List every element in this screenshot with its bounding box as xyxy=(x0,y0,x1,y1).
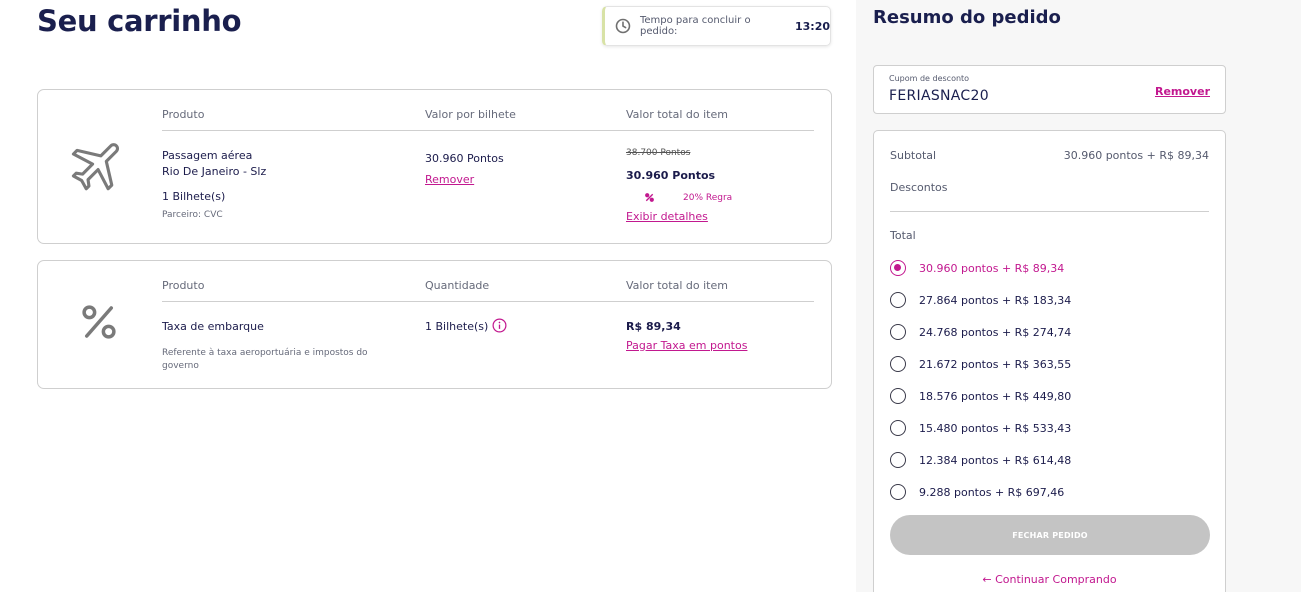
old-total-price: 38.700 Pontos xyxy=(626,148,691,158)
close-order-button[interactable]: FECHAR PEDIDO xyxy=(890,515,1210,555)
header-item-total: Valor total do item xyxy=(626,108,728,121)
coupon-label: Cupom de desconto xyxy=(889,74,970,83)
product-route: Rio De Janeiro - Slz xyxy=(162,165,267,178)
payment-option[interactable]: 9.288 pontos + R$ 697,46 xyxy=(890,482,1064,502)
payment-option[interactable]: 27.864 pontos + R$ 183,34 xyxy=(890,290,1071,310)
radio-button[interactable] xyxy=(890,484,906,500)
remove-flight-link[interactable]: Remover xyxy=(425,173,474,186)
radio-button[interactable] xyxy=(890,356,906,372)
tax-quantity: 1 Bilhete(s) xyxy=(425,320,489,333)
radio-button[interactable] xyxy=(890,292,906,308)
remove-coupon-link[interactable]: Remover xyxy=(1155,85,1210,98)
continue-shopping-link[interactable]: ← Continuar Comprando xyxy=(874,573,1225,586)
payment-option[interactable]: 15.480 pontos + R$ 533,43 xyxy=(890,418,1071,438)
order-summary-panel: Resumo do pedido Cupom de desconto FERIA… xyxy=(856,0,1301,592)
payment-option[interactable]: 12.384 pontos + R$ 614,48 xyxy=(890,450,1071,470)
header-product: Produto xyxy=(162,108,205,121)
payment-option[interactable]: 21.672 pontos + R$ 363,55 xyxy=(890,354,1071,374)
payment-option-label: 27.864 pontos + R$ 183,34 xyxy=(919,293,1072,307)
flight-item-card: Produto Valor por bilhete Valor total do… xyxy=(37,89,832,244)
timer-value: 13:20 xyxy=(794,19,830,33)
payment-option-label: 9.288 pontos + R$ 697,46 xyxy=(919,485,1065,499)
info-icon[interactable] xyxy=(492,318,507,333)
payment-option-label: 24.768 pontos + R$ 274,74 xyxy=(919,325,1072,339)
ticket-count: 1 Bilhete(s) xyxy=(162,190,226,203)
subtotal-label: Subtotal xyxy=(890,149,937,162)
radio-button[interactable] xyxy=(890,420,906,436)
radio-button[interactable] xyxy=(890,324,906,340)
promo-icon xyxy=(645,193,654,202)
page-title: Seu carrinho xyxy=(37,4,242,38)
unit-price: 30.960 Pontos xyxy=(425,152,504,165)
payment-option-label: 12.384 pontos + R$ 614,48 xyxy=(919,453,1072,467)
header-divider xyxy=(162,301,814,302)
header-unit-value: Valor por bilhete xyxy=(425,108,516,121)
radio-button[interactable] xyxy=(890,260,906,276)
promo-badge: 20% Regra xyxy=(644,192,732,203)
pay-tax-points-link[interactable]: Pagar Taxa em pontos xyxy=(626,339,747,352)
payment-option-label: 21.672 pontos + R$ 363,55 xyxy=(919,357,1072,371)
payment-option[interactable]: 18.576 pontos + R$ 449,80 xyxy=(890,386,1071,406)
subtotal-value: 30.960 pontos + R$ 89,34 xyxy=(1063,149,1209,162)
percent-icon xyxy=(78,301,120,347)
header-item-total: Valor total do item xyxy=(626,279,728,292)
tax-item-card: Produto Quantidade Valor total do item T… xyxy=(37,260,832,389)
promo-label: 20% Regra xyxy=(683,192,733,203)
header-quantity: Quantidade xyxy=(425,279,490,292)
show-details-link[interactable]: Exibir detalhes xyxy=(626,210,708,223)
order-timer: Tempo para concluir o pedido: 13:20 xyxy=(602,6,831,46)
payment-option-label: 15.480 pontos + R$ 533,43 xyxy=(919,421,1072,435)
coupon-field: Cupom de desconto FERIASNAC20 Remover xyxy=(873,65,1226,114)
tax-total: R$ 89,34 xyxy=(626,320,681,333)
item-total-price: 30.960 Pontos xyxy=(626,169,716,182)
payment-option[interactable]: 30.960 pontos + R$ 89,34 xyxy=(890,258,1064,278)
partner-label: Parceiro: CVC xyxy=(162,210,223,220)
header-product: Produto xyxy=(162,279,205,292)
payment-option[interactable]: 24.768 pontos + R$ 274,74 xyxy=(890,322,1071,342)
product-name: Passagem aérea xyxy=(162,149,253,162)
radio-button[interactable] xyxy=(890,452,906,468)
tax-name: Taxa de embarque xyxy=(162,320,264,333)
header-divider xyxy=(162,130,814,131)
tax-description: Referente à taxa aeroportuária e imposto… xyxy=(162,348,368,371)
clock-icon xyxy=(615,18,631,34)
discounts-label: Descontos xyxy=(890,181,948,194)
payment-option-label: 30.960 pontos + R$ 89,34 xyxy=(919,261,1065,275)
summary-title: Resumo do pedido xyxy=(873,7,1061,28)
airplane-icon xyxy=(68,134,130,200)
timer-label: Tempo para concluir o pedido: xyxy=(639,15,751,37)
summary-divider xyxy=(890,211,1209,212)
total-label: Total xyxy=(890,229,916,242)
summary-box: Subtotal 30.960 pontos + R$ 89,34 Descon… xyxy=(873,130,1226,592)
radio-button[interactable] xyxy=(890,388,906,404)
payment-option-label: 18.576 pontos + R$ 449,80 xyxy=(919,389,1072,403)
coupon-value: FERIASNAC20 xyxy=(889,88,989,104)
